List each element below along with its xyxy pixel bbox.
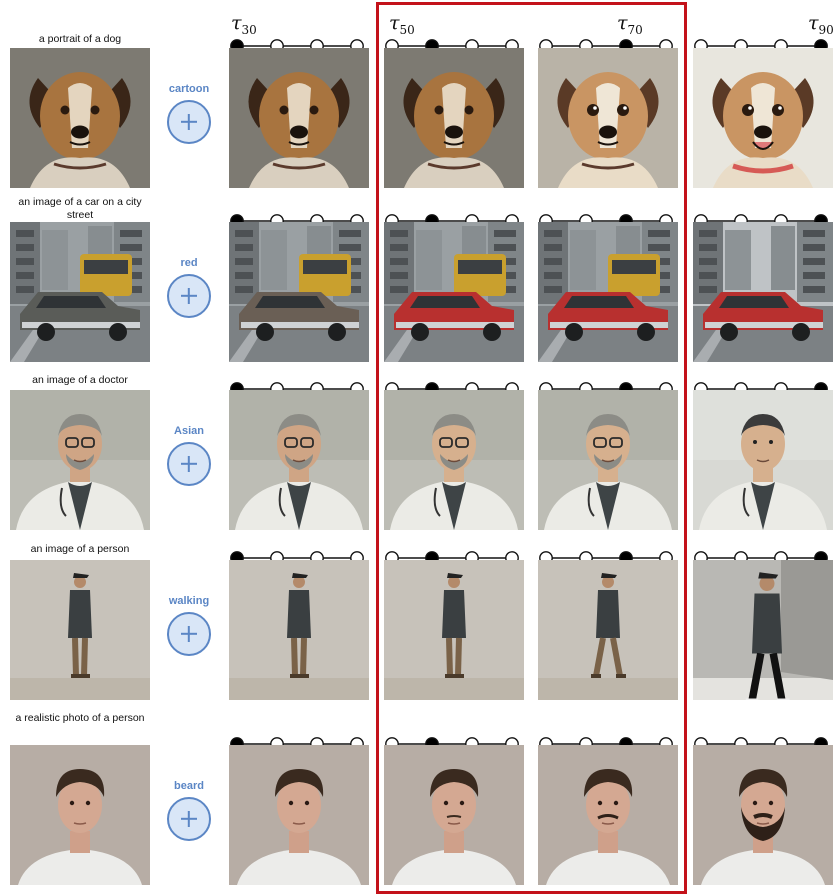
edit-label-beard: beard [174,780,204,792]
output-image-doctor-col2 [384,390,524,530]
output-image-car-col3 [538,222,678,362]
plus-icon [167,274,211,318]
output-image-car-col4 [693,222,833,362]
prompt-caption: an image of a doctor [32,374,128,386]
prompt-caption: a portrait of a dog [38,33,122,45]
edit-label-walking: walking [168,595,210,607]
output-image-walker-col3 [538,560,678,700]
input-image-portrait [10,745,150,885]
output-image-doctor-col4 [693,390,833,530]
prompt-caption: an image of a car on a city street [18,196,142,221]
output-image-car-col2 [384,222,524,362]
output-image-walker-col2 [384,560,524,700]
plus-icon [167,100,211,144]
input-image-doctor [10,390,150,530]
plus-icon [167,442,211,486]
output-image-dog-col3 [538,48,678,188]
output-image-portrait-col4 [693,745,833,885]
input-image-walker [10,560,150,700]
output-image-dog-col1 [229,48,369,188]
column-header-tau-30: τ30 [231,12,257,37]
prompt-caption: a realistic photo of a person [15,712,145,724]
edit-label-red: red [180,257,198,269]
edit-label-cartoon: cartoon [168,83,210,95]
output-image-walker-col4 [693,560,833,700]
output-image-doctor-col3 [538,390,678,530]
edit-label-asian: Asian [174,425,204,437]
output-image-walker-col1 [229,560,369,700]
output-image-doctor-col1 [229,390,369,530]
prompt-caption: an image of a person [30,543,130,555]
output-image-dog-col2 [384,48,524,188]
output-image-dog-col4 [693,48,833,188]
plus-icon [167,797,211,841]
input-image-car [10,222,150,362]
output-image-car-col1 [229,222,369,362]
output-image-portrait-col2 [384,745,524,885]
column-header-tau-90: τ90 [808,12,833,37]
input-image-dog [10,48,150,188]
plus-icon [167,612,211,656]
output-image-portrait-col3 [538,745,678,885]
output-image-portrait-col1 [229,745,369,885]
